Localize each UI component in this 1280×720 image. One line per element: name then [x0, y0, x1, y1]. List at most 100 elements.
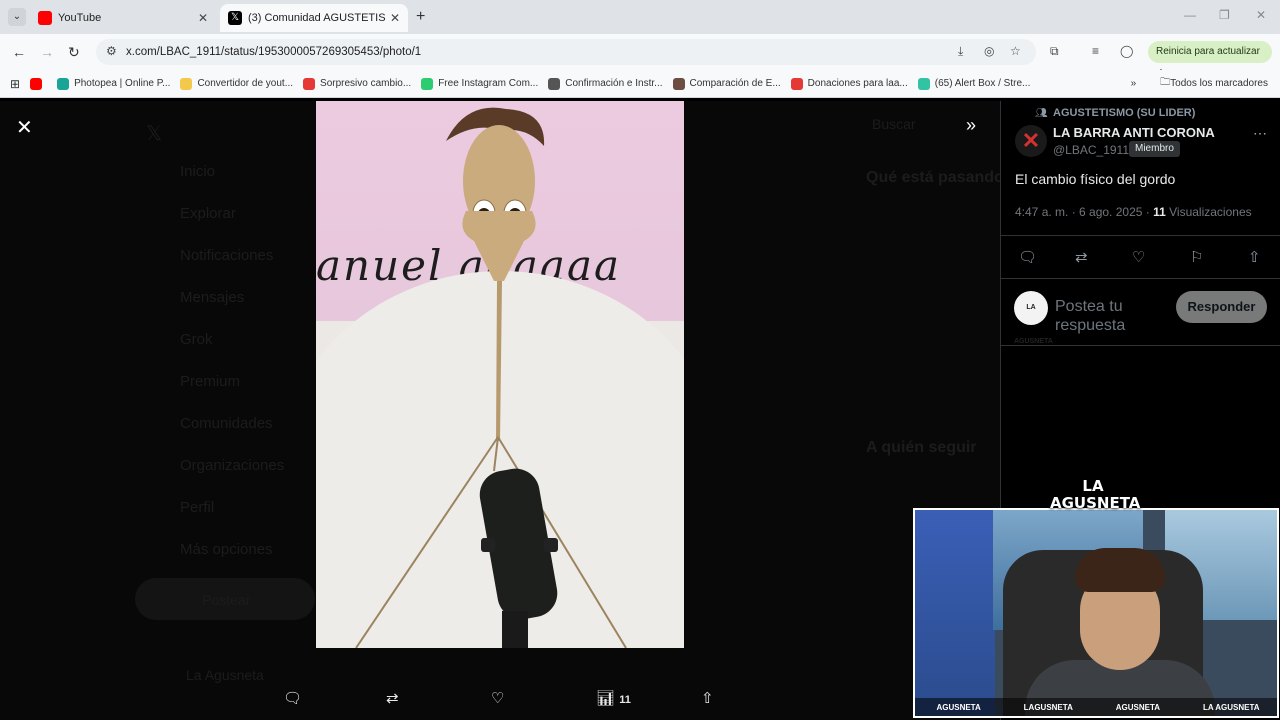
- repost-icon[interactable]: ⇄: [1075, 248, 1088, 266]
- views-count: 11: [619, 694, 631, 706]
- profile-icon[interactable]: ◯: [1120, 44, 1133, 58]
- bookmark-item[interactable]: Photopea | Online P...: [57, 77, 171, 90]
- apps-icon[interactable]: ⊞: [10, 77, 20, 91]
- hide-icon[interactable]: ◎: [984, 44, 994, 58]
- bookmark-star-icon[interactable]: ☆: [1010, 44, 1021, 58]
- photo-action-bar: 🗨︎ ⇄ ♡ 📊︎ 11 ⇧: [0, 681, 1000, 717]
- youtube-handle: LA AGUSNETA: [1202, 702, 1260, 712]
- ghost-sidebar-item: Mensajes: [180, 289, 245, 306]
- account-name[interactable]: LA BARRA ANTI CORONA: [1053, 125, 1215, 140]
- all-bookmarks-label: Todos los marcadores: [1170, 78, 1268, 89]
- logo-line-2: AGUSNETA: [1050, 494, 1141, 512]
- bookmark-label: Donaciones para laa...: [807, 78, 908, 89]
- minimize-icon[interactable]: —: [1184, 8, 1196, 22]
- close-window-icon[interactable]: ✕: [1256, 8, 1266, 22]
- reload-button[interactable]: ↻: [68, 44, 80, 61]
- install-app-icon[interactable]: ⤓: [958, 44, 963, 59]
- site-settings-icon[interactable]: ⚙: [106, 44, 117, 58]
- caricature-illustration: [355, 107, 627, 648]
- close-tab-icon[interactable]: ✕: [198, 11, 208, 25]
- url-field[interactable]: x.com/LBAC_1911/status/19530000572693054…: [96, 39, 1036, 65]
- bookmark-item[interactable]: Donaciones para laa...: [790, 77, 908, 90]
- ghost-sidebar-item: Premium: [180, 373, 241, 390]
- bookmark-item[interactable]: Free Instagram Com...: [421, 77, 539, 90]
- bookmark-label: Convertidor de yout...: [197, 78, 294, 89]
- ghost-sidebar-item: Inicio: [180, 163, 216, 180]
- account-handle[interactable]: @LBAC_1911 ·: [1053, 143, 1136, 157]
- views-icon[interactable]: 📊︎ 11: [596, 689, 631, 707]
- tab-x-community[interactable]: 𝕏 (3) Comunidad AGUSTETISMO ✕: [220, 4, 408, 32]
- reply-input[interactable]: Postea tu respuesta: [1055, 297, 1165, 335]
- media-icon[interactable]: ≡: [1092, 44, 1099, 58]
- close-icon[interactable]: ✕: [16, 115, 33, 140]
- bookmark-item[interactable]: Convertidor de yout...: [180, 77, 294, 90]
- tab-search-button[interactable]: ⌄: [8, 8, 26, 26]
- c-icon: [790, 77, 803, 90]
- like-icon[interactable]: ♡: [491, 689, 504, 707]
- bookmark-item[interactable]: Sorpresivo cambio...: [303, 77, 412, 90]
- reply-avatar: LA AGUSNETA: [1014, 291, 1053, 345]
- link-icon: [548, 77, 561, 90]
- back-button[interactable]: ←: [12, 44, 26, 60]
- tab-youtube[interactable]: YouTube ✕: [30, 4, 216, 32]
- restore-icon[interactable]: ❐: [1219, 8, 1230, 22]
- ghost-sidebar-item: Más opciones: [180, 541, 273, 558]
- like-icon[interactable]: ♡: [1132, 248, 1145, 266]
- bookmark-label: Free Instagram Com...: [438, 78, 539, 89]
- photopea-icon: [57, 77, 70, 90]
- bookmarks-bar: ⊞ Photopea | Online P... Convertidor de y…: [0, 70, 1280, 98]
- page-icon: [672, 77, 685, 90]
- post-button-bg: Postear: [202, 592, 251, 608]
- repost-icon[interactable]: ⇄: [386, 689, 399, 707]
- bookmark-item[interactable]: (65) Alert Box / Stre...: [917, 77, 1031, 90]
- all-bookmarks-folder[interactable]: 🗀︎ Todos los marcadores: [1160, 75, 1268, 92]
- post-actions: 🗨︎ ⇄ ♡ ⚐ ⇧: [1001, 235, 1280, 279]
- bookmark-item[interactable]: Comparación de E...: [672, 77, 781, 90]
- logo-line-1: LA: [1082, 477, 1104, 495]
- share-icon[interactable]: ⇧: [1248, 248, 1261, 266]
- post-text: El cambio físico del gordo: [1015, 171, 1176, 187]
- share-icon[interactable]: ⇧: [701, 689, 714, 707]
- more-options-icon[interactable]: ⋯: [1253, 125, 1267, 142]
- avatar[interactable]: ✕: [1015, 125, 1047, 157]
- streamer-hair: [1075, 548, 1165, 592]
- folder-icon: [180, 77, 193, 90]
- forward-button[interactable]: →: [40, 44, 54, 60]
- expand-panel-icon[interactable]: »: [966, 115, 976, 136]
- bookmark-label: Sorpresivo cambio...: [320, 78, 412, 89]
- divider: [1001, 345, 1280, 346]
- ghost-sidebar-item: Organizaciones: [180, 457, 285, 474]
- community-label[interactable]: AGUSTETISMO (SU LIDER): [1053, 107, 1195, 119]
- ghost-sidebar-item: Grok: [180, 331, 213, 348]
- ghost-sidebar-item: Explorar: [180, 205, 236, 222]
- bookmark-label: (65) Alert Box / Stre...: [934, 78, 1031, 89]
- ghost-sidebar-item: Comunidades: [180, 415, 273, 432]
- instagram-handle: AGUSNETA: [936, 702, 981, 712]
- bookmark-item[interactable]: [30, 77, 47, 90]
- address-bar-row: ← → ↻ x.com/LBAC_1911/status/19530000572…: [0, 34, 1280, 79]
- more-bookmarks-icon[interactable]: »: [1131, 78, 1137, 89]
- bookmark-label: Photopea | Online P...: [74, 78, 171, 89]
- post-time[interactable]: 4:47 a. m. · 6 ago. 2025 ·: [1015, 205, 1150, 219]
- close-tab-icon[interactable]: ✕: [390, 11, 400, 25]
- reply-icon[interactable]: 🗨︎: [283, 689, 302, 707]
- update-button[interactable]: Reinicia para actualizar ⋮: [1148, 41, 1272, 79]
- bookmark-item[interactable]: Confirmación e Instr...: [548, 77, 663, 90]
- extensions-icon[interactable]: ⧉: [1050, 44, 1059, 59]
- social-handles: AGUSNETA LAGUSNETA AGUSNETA LA AGUSNETA: [915, 698, 1277, 716]
- ghost-sidebar-item: Notificaciones: [180, 247, 274, 264]
- news-icon: [303, 77, 316, 90]
- bookmark-icon[interactable]: ⚐: [1190, 248, 1203, 266]
- tab-bar: ⌄ YouTube ✕ 𝕏 (3) Comunidad AGUSTETISMO …: [0, 0, 1280, 34]
- w-icon: [421, 77, 434, 90]
- tab-title: (3) Comunidad AGUSTETISMO: [248, 12, 386, 24]
- x-icon: 𝕏: [228, 11, 242, 25]
- kick-handle: AGUSNETA: [1115, 702, 1161, 712]
- x-logo-icon: 𝕏: [146, 123, 163, 145]
- reply-button[interactable]: Responder: [1176, 291, 1267, 323]
- x-handle: LAGUSNETA: [1023, 702, 1073, 712]
- post-photo[interactable]: anuel aaaaaa: [316, 101, 684, 648]
- new-tab-button[interactable]: +: [416, 8, 425, 26]
- reply-icon[interactable]: 🗨︎: [1018, 248, 1037, 266]
- youtube-icon: [30, 77, 43, 90]
